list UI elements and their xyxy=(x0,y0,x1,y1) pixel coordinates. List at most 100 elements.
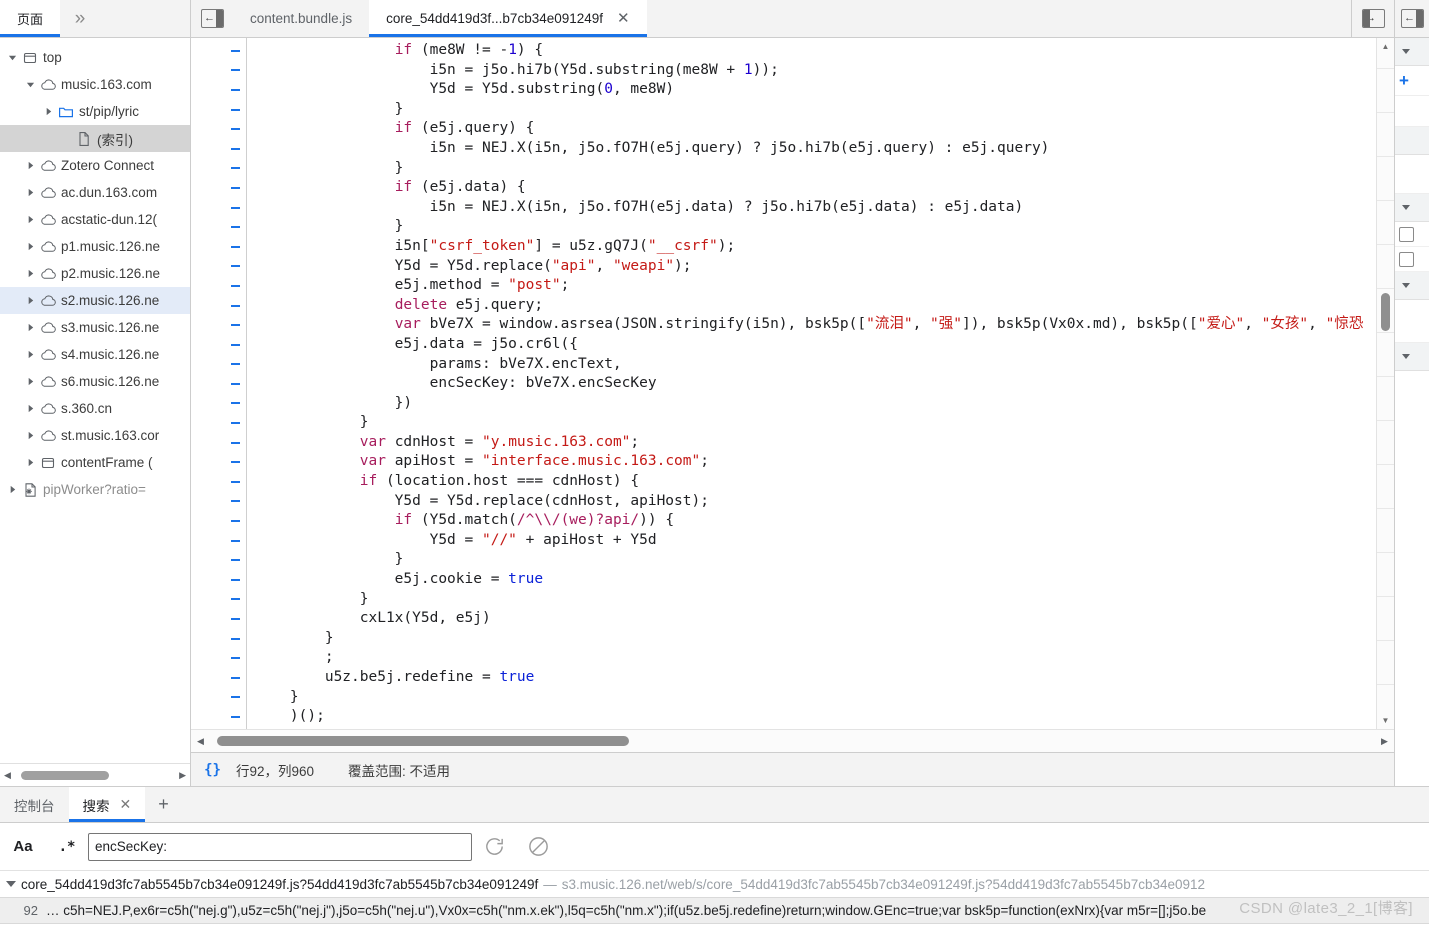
show-debugger-button[interactable]: → xyxy=(1351,0,1394,37)
chevron-right-icon[interactable] xyxy=(4,485,20,494)
scroll-left-icon[interactable]: ◀ xyxy=(194,736,207,747)
chevron-right-icon[interactable] xyxy=(40,107,56,116)
pretty-print-icon[interactable]: {} xyxy=(199,757,226,782)
chevron-right-icon[interactable] xyxy=(22,431,38,440)
scroll-right-icon[interactable]: ▶ xyxy=(1378,736,1391,747)
chevron-right-icon[interactable] xyxy=(22,377,38,386)
tree-item[interactable]: top xyxy=(0,44,190,71)
editor-vscrollbar[interactable]: ▲ ▼ xyxy=(1376,38,1394,730)
editor-tab-core[interactable]: core_54dd419d3f...b7cb34e091249f ✕ xyxy=(369,0,647,37)
gutter-line[interactable] xyxy=(191,315,246,335)
tab-pages[interactable]: 页面 xyxy=(0,0,61,37)
debugger-section-header[interactable] xyxy=(1395,194,1429,222)
tree-item[interactable]: contentFrame ( xyxy=(0,449,190,476)
search-result-file[interactable]: core_54dd419d3fc7ab5545b7cb34e091249f.js… xyxy=(0,871,1429,897)
chevron-down-icon[interactable] xyxy=(22,80,38,89)
scroll-left-icon[interactable]: ◀ xyxy=(4,770,11,780)
tree-item[interactable]: st.music.163.cor xyxy=(0,422,190,449)
tab-search[interactable]: 搜索 ✕ xyxy=(68,787,146,823)
tree-item[interactable]: Zotero Connect xyxy=(0,152,190,179)
tree-item[interactable]: st/pip/lyric xyxy=(0,98,190,125)
tree-item[interactable]: s2.music.126.ne xyxy=(0,287,190,314)
gutter-line[interactable] xyxy=(191,433,246,453)
add-watch-icon[interactable]: + xyxy=(1395,66,1429,96)
tree-item[interactable]: p1.music.126.ne xyxy=(0,233,190,260)
search-result-row[interactable]: 92 … c5h=NEJ.P,ex6r=c5h("nej.g"),u5z=c5h… xyxy=(0,897,1429,925)
gutter-line[interactable] xyxy=(191,178,246,198)
gutter-line[interactable] xyxy=(191,648,246,668)
gutter-line[interactable] xyxy=(191,355,246,375)
editor-tab-content-bundle[interactable]: content.bundle.js xyxy=(233,0,369,37)
chevron-right-icon[interactable] xyxy=(22,188,38,197)
gutter-line[interactable] xyxy=(191,100,246,120)
debugger-section-header[interactable] xyxy=(1395,127,1429,155)
chevron-right-icon[interactable] xyxy=(22,269,38,278)
gutter-line[interactable] xyxy=(191,257,246,277)
chevron-right-icon[interactable] xyxy=(22,242,38,251)
hscroll-thumb[interactable] xyxy=(20,770,109,780)
chevron-right-icon[interactable] xyxy=(22,404,38,413)
navigator-hscrollbar[interactable]: ◀ ▶ xyxy=(0,763,190,787)
gutter-line[interactable] xyxy=(191,276,246,296)
scroll-down-icon[interactable]: ▼ xyxy=(1377,712,1394,729)
gutter-line[interactable] xyxy=(191,296,246,316)
close-icon[interactable]: ✕ xyxy=(617,11,630,26)
gutter-line[interactable] xyxy=(191,41,246,61)
tree-item[interactable]: p2.music.126.ne xyxy=(0,260,190,287)
refresh-icon[interactable] xyxy=(472,835,516,858)
hscroll-thumb[interactable] xyxy=(217,736,629,747)
gutter-line[interactable] xyxy=(191,335,246,355)
gutter-line[interactable] xyxy=(191,570,246,590)
gutter-line[interactable] xyxy=(191,119,246,139)
tree-item[interactable]: s3.music.126.ne xyxy=(0,314,190,341)
show-navigator-button[interactable]: ← xyxy=(191,0,233,37)
tree-item[interactable]: pipWorker?ratio= xyxy=(0,476,190,503)
gutter-line[interactable] xyxy=(191,374,246,394)
chevron-down-icon[interactable] xyxy=(4,53,20,62)
clear-icon[interactable] xyxy=(516,835,560,858)
tree-item[interactable]: s4.music.126.ne xyxy=(0,341,190,368)
gutter-line[interactable] xyxy=(191,61,246,81)
gutter-line[interactable] xyxy=(191,413,246,433)
chevron-right-icon[interactable] xyxy=(22,458,38,467)
vscroll-thumb[interactable] xyxy=(1381,293,1390,331)
close-icon[interactable]: ✕ xyxy=(120,796,132,813)
search-input[interactable] xyxy=(88,832,472,861)
gutter-line[interactable] xyxy=(191,198,246,218)
gutter-line[interactable] xyxy=(191,688,246,708)
gutter-line[interactable] xyxy=(191,237,246,257)
chevron-right-icon[interactable] xyxy=(22,161,38,170)
gutter-line[interactable] xyxy=(191,550,246,570)
gutter-line[interactable] xyxy=(191,590,246,610)
chevron-right-icon[interactable] xyxy=(22,350,38,359)
tree-item[interactable]: music.163.com xyxy=(0,71,190,98)
hscroll-track[interactable] xyxy=(15,770,175,780)
gutter-line[interactable] xyxy=(191,159,246,179)
breakpoint-checkbox[interactable] xyxy=(1395,247,1429,272)
scroll-up-icon[interactable]: ▲ xyxy=(1377,38,1394,55)
tab-console[interactable]: 控制台 xyxy=(0,787,69,822)
scroll-right-icon[interactable]: ▶ xyxy=(179,770,186,780)
tree-item[interactable]: ac.dun.163.com xyxy=(0,179,190,206)
regex-toggle[interactable]: .* xyxy=(46,839,88,855)
tree-item[interactable]: acstatic-dun.12( xyxy=(0,206,190,233)
gutter-line[interactable] xyxy=(191,609,246,629)
debugger-section-header[interactable] xyxy=(1395,343,1429,371)
gutter-line[interactable] xyxy=(191,80,246,100)
more-tabs-icon[interactable]: » xyxy=(60,0,101,37)
gutter-line[interactable] xyxy=(191,452,246,472)
gutter-line[interactable] xyxy=(191,531,246,551)
chevron-right-icon[interactable] xyxy=(22,323,38,332)
add-drawer-tab-button[interactable]: + xyxy=(145,787,182,822)
match-case-toggle[interactable]: Aa xyxy=(0,838,46,855)
debugger-section-header[interactable] xyxy=(1395,38,1429,66)
source-code[interactable]: if (me8W != -1) { i5n = j5o.hi7b(Y5d.sub… xyxy=(247,38,1394,729)
tree-item[interactable]: s.360.cn xyxy=(0,395,190,422)
breakpoint-checkbox[interactable] xyxy=(1395,222,1429,247)
chevron-right-icon[interactable] xyxy=(22,215,38,224)
gutter-line[interactable] xyxy=(191,629,246,649)
gutter-line[interactable] xyxy=(191,472,246,492)
editor-hscrollbar[interactable]: ◀ ▶ xyxy=(191,729,1394,753)
gutter-line[interactable] xyxy=(191,511,246,531)
chevron-right-icon[interactable] xyxy=(22,296,38,305)
